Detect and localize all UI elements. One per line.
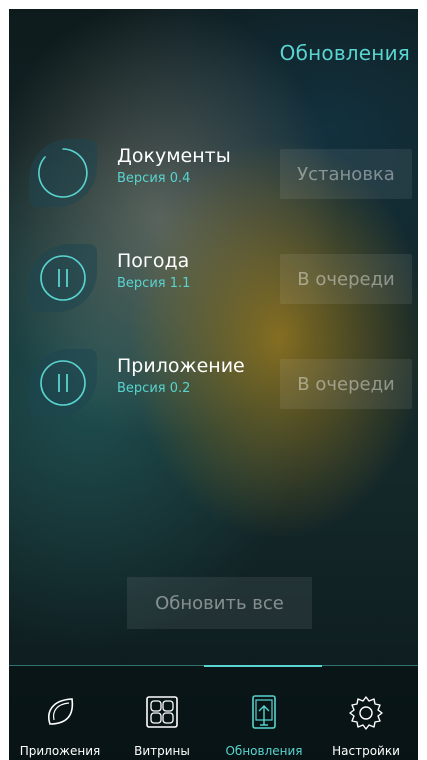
nav-item-apps[interactable]: Приложения xyxy=(9,666,111,760)
app-name: Приложение xyxy=(117,355,245,377)
queue-status-button[interactable]: В очереди xyxy=(280,359,412,409)
nav-item-settings[interactable]: Настройки xyxy=(315,666,417,760)
app-version: Версия 1.1 xyxy=(117,276,191,291)
nav-label: Витрины xyxy=(134,744,190,758)
pause-icon[interactable] xyxy=(29,244,97,312)
update-all-button[interactable]: Обновить все xyxy=(127,577,312,629)
nav-item-showcases[interactable]: Витрины xyxy=(111,666,213,760)
pause-icon[interactable] xyxy=(29,349,97,417)
leaf-icon xyxy=(48,698,74,725)
list-item: Погода Версия 1.1 В очереди xyxy=(9,242,418,322)
nav-label: Приложения xyxy=(19,744,101,758)
updates-screen: Обновления Документы Версия 0.4 Установк… xyxy=(9,9,418,760)
list-item: Приложение Версия 0.2 В очереди xyxy=(9,347,418,427)
app-name: Документы xyxy=(117,145,231,167)
grid-icon xyxy=(146,696,178,728)
app-name: Погода xyxy=(117,250,190,272)
nav-label: Обновления xyxy=(225,744,303,758)
page-title: Обновления xyxy=(279,41,410,65)
gear-icon xyxy=(349,696,383,730)
install-status-button[interactable]: Установка xyxy=(280,149,412,199)
phone-update-icon xyxy=(252,695,276,729)
nav-label: Настройки xyxy=(332,744,400,758)
app-version: Версия 0.4 xyxy=(117,171,191,186)
app-version: Версия 0.2 xyxy=(117,381,191,396)
list-item: Документы Версия 0.4 Установка xyxy=(9,137,418,217)
active-tab-indicator xyxy=(204,665,322,667)
queue-status-button[interactable]: В очереди xyxy=(280,254,412,304)
bottom-nav: Приложения Витрины Обновления Настройки xyxy=(9,666,418,760)
spinner-icon[interactable] xyxy=(29,139,97,207)
nav-item-updates[interactable]: Обновления xyxy=(213,666,315,760)
